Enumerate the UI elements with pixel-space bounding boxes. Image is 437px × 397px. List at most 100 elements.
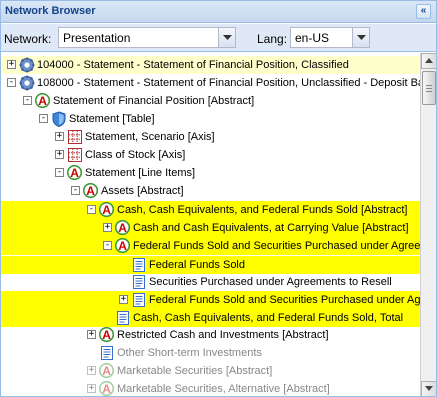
- toolbar: Network: Presentation Lang: en-US: [1, 24, 436, 52]
- svg-text:A: A: [102, 364, 111, 378]
- tree-node-label: Securities Purchased under Agreements to…: [149, 276, 392, 288]
- tree-node[interactable]: + 104000 - Statement - Statement of Fina…: [1, 56, 420, 74]
- tree-node[interactable]: - A Assets [Abstract]: [1, 182, 420, 200]
- tree-node-label: Marketable Securities [Abstract]: [117, 365, 273, 377]
- collapse-toggle[interactable]: -: [71, 186, 80, 195]
- expand-toggle[interactable]: +: [119, 295, 128, 304]
- tree-node[interactable]: - 108000 - Statement - Statement of Fina…: [1, 74, 430, 92]
- tree-node[interactable]: - A Cash, Cash Equivalents, and Federal …: [1, 201, 420, 219]
- tree-node[interactable]: - A Federal Funds Sold and Securities Pu…: [1, 237, 420, 255]
- tree-node-label: Statement [Line Items]: [85, 167, 196, 179]
- gear-icon: [19, 57, 35, 73]
- tree-node[interactable]: - A Statement [Line Items]: [1, 164, 420, 182]
- gear-icon: [19, 75, 35, 91]
- tree-node[interactable]: + A Restricted Cash and Investments [Abs…: [1, 326, 420, 344]
- svg-text:A: A: [118, 239, 127, 253]
- tree-node[interactable]: Cash, Cash Equivalents, and Federal Fund…: [1, 309, 420, 327]
- tree-node[interactable]: - Statement [Table]: [1, 110, 420, 128]
- document-icon: [99, 345, 115, 361]
- tree-node-label: Federal Funds Sold and Securities Purcha…: [149, 294, 425, 306]
- concept-A-icon: A: [82, 182, 99, 199]
- tree-node[interactable]: + A Marketable Securities [Abstract]: [1, 362, 420, 380]
- tree-view: + 104000 - Statement - Statement of Fina…: [1, 53, 436, 396]
- tree-node-label: Marketable Securities, Alternative [Abst…: [117, 383, 330, 395]
- svg-text:A: A: [102, 328, 111, 342]
- tree-node[interactable]: + Class of Stock [Axis]: [1, 146, 420, 164]
- tree-node[interactable]: Federal Funds Sold: [1, 256, 420, 274]
- panel-title: Network Browser: [5, 5, 96, 17]
- concept-A-icon: A: [34, 92, 51, 109]
- tree-node[interactable]: - A Statement of Financial Position [Abs…: [1, 92, 420, 110]
- expand-toggle[interactable]: +: [87, 330, 96, 339]
- svg-text:A: A: [118, 221, 127, 235]
- lang-select[interactable]: en-US: [290, 27, 370, 48]
- grip-line: [426, 85, 432, 86]
- collapse-toggle[interactable]: -: [7, 78, 16, 87]
- document-icon: [131, 292, 147, 308]
- tree-node-label: 108000 - Statement - Statement of Financ…: [37, 77, 430, 89]
- expand-toggle[interactable]: +: [103, 223, 112, 232]
- tree-node-label: Cash and Cash Equivalents, at Carrying V…: [133, 222, 409, 234]
- tree-node-label: Class of Stock [Axis]: [85, 149, 186, 161]
- tree-node-label: Statement, Scenario [Axis]: [85, 131, 215, 143]
- tree-node-label: Other Short-term Investments: [117, 347, 262, 359]
- tree-node[interactable]: + Federal Funds Sold and Securities Purc…: [1, 291, 424, 309]
- lang-label: Lang:: [257, 32, 288, 46]
- tree-node-label: Cash, Cash Equivalents, and Federal Fund…: [117, 204, 408, 216]
- collapse-toggle[interactable]: -: [103, 241, 112, 250]
- network-select-value: Presentation: [63, 31, 131, 45]
- tree-node-label: Statement of Financial Position [Abstrac…: [53, 95, 255, 107]
- svg-text:A: A: [102, 203, 111, 217]
- collapse-toggle[interactable]: -: [55, 168, 64, 177]
- tree-node-label: Federal Funds Sold: [149, 259, 245, 271]
- expand-toggle[interactable]: +: [7, 60, 16, 69]
- network-select[interactable]: Presentation: [58, 27, 236, 48]
- collapse-toggle[interactable]: -: [87, 205, 96, 214]
- grid-icon: [67, 147, 83, 163]
- expand-toggle[interactable]: +: [55, 132, 64, 141]
- svg-text:A: A: [102, 382, 111, 396]
- tree-node-label: Federal Funds Sold and Securities Purcha…: [133, 240, 421, 252]
- svg-text:A: A: [38, 94, 47, 108]
- concept-A-icon: A: [98, 380, 115, 396]
- panel-header: Network Browser «: [1, 1, 436, 23]
- document-icon: [131, 274, 147, 290]
- shield-icon: [51, 111, 67, 128]
- collapse-toggle[interactable]: -: [39, 114, 48, 123]
- tree-node[interactable]: Other Short-term Investments: [1, 344, 420, 362]
- tree-node-label: Restricted Cash and Investments [Abstrac…: [117, 329, 329, 341]
- concept-A-icon: A: [98, 362, 115, 379]
- concept-A-icon: A: [98, 326, 115, 343]
- grid-icon: [67, 129, 83, 145]
- network-label: Network:: [4, 32, 52, 46]
- tree-node-label: Assets [Abstract]: [101, 185, 184, 197]
- grip-line: [426, 88, 432, 89]
- tree-node-label: 104000 - Statement - Statement of Financ…: [37, 59, 349, 71]
- tree-rows: + 104000 - Statement - Statement of Fina…: [1, 53, 430, 396]
- lang-dropdown-trigger[interactable]: [352, 28, 369, 47]
- expand-toggle[interactable]: +: [55, 150, 64, 159]
- vertical-scrollbar[interactable]: [420, 53, 436, 396]
- concept-A-icon: A: [66, 164, 83, 181]
- expand-toggle[interactable]: +: [87, 384, 96, 393]
- tree-node-label: Cash, Cash Equivalents, and Federal Fund…: [133, 312, 404, 324]
- scroll-thumb[interactable]: [422, 71, 436, 105]
- concept-A-icon: A: [114, 237, 131, 254]
- svg-text:A: A: [86, 184, 95, 198]
- collapse-toggle[interactable]: -: [23, 96, 32, 105]
- scroll-up-button[interactable]: [421, 53, 436, 69]
- scroll-down-button[interactable]: [421, 381, 436, 396]
- grip-line: [426, 91, 432, 92]
- concept-A-icon: A: [114, 219, 131, 236]
- expand-toggle[interactable]: +: [87, 366, 96, 375]
- tree-node[interactable]: + A Cash and Cash Equivalents, at Carryi…: [1, 219, 420, 237]
- network-dropdown-trigger[interactable]: [218, 28, 235, 47]
- document-icon: [115, 310, 131, 326]
- tree-node[interactable]: + Statement, Scenario [Axis]: [1, 128, 420, 146]
- network-browser-panel: Network Browser « Network: Presentation …: [0, 0, 437, 397]
- tree-node[interactable]: Securities Purchased under Agreements to…: [1, 273, 420, 291]
- tree-node[interactable]: + A Marketable Securities, Alternative […: [1, 380, 420, 396]
- collapse-panel-button[interactable]: «: [416, 4, 431, 19]
- concept-A-icon: A: [98, 201, 115, 218]
- svg-text:A: A: [70, 166, 79, 180]
